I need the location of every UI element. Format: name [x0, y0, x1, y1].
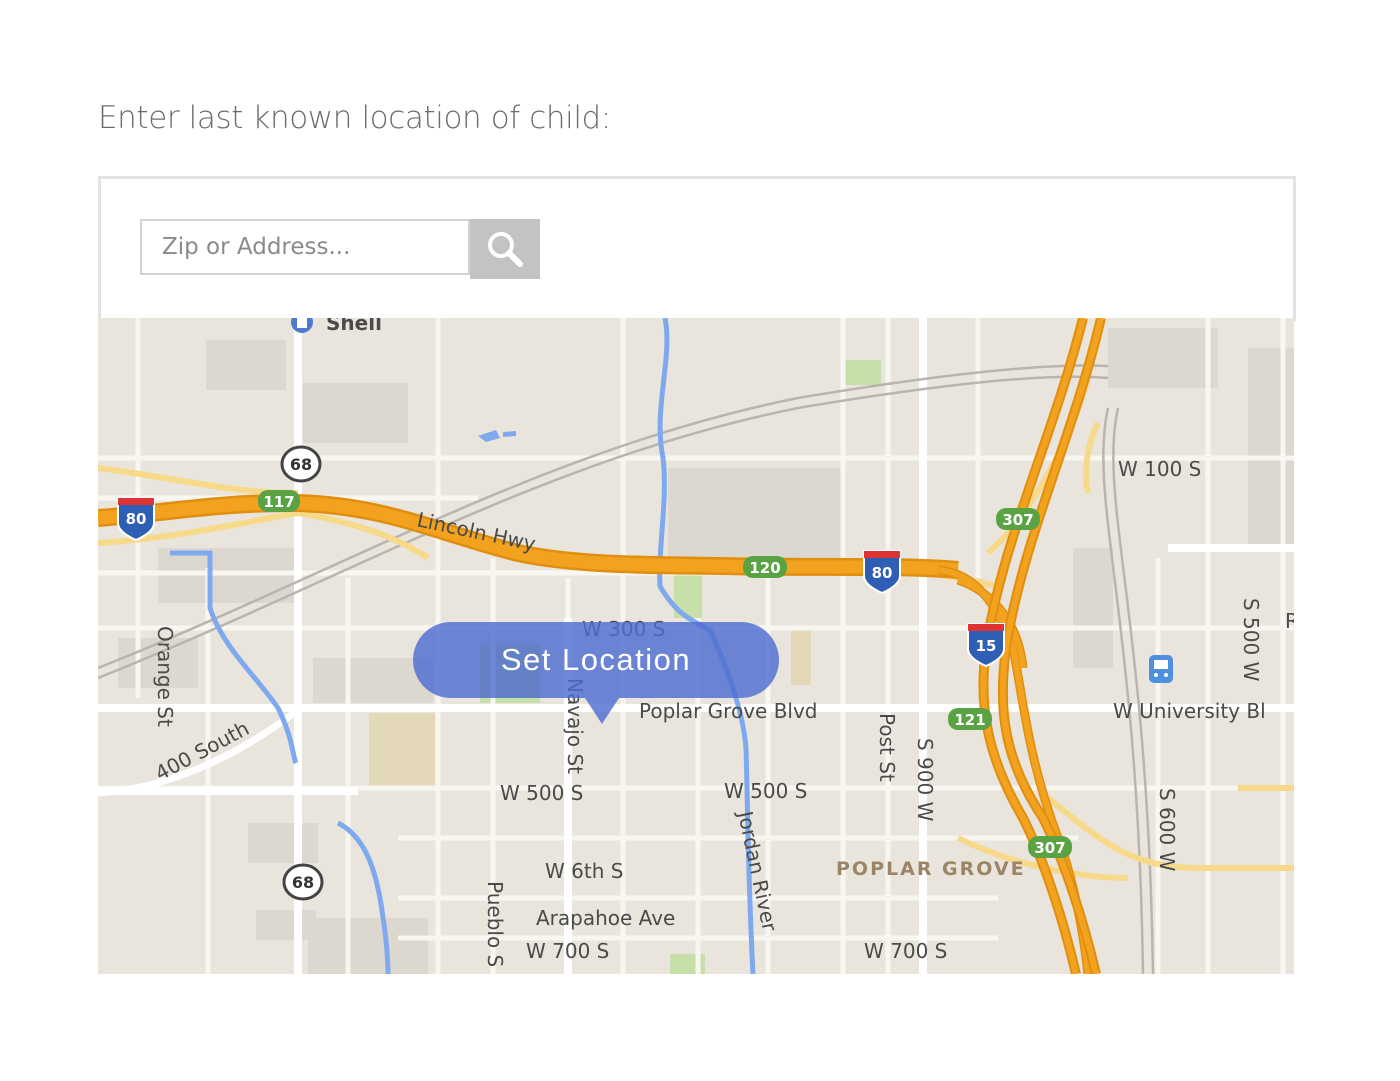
- exit-121-badge: 121: [948, 708, 992, 730]
- label-w-700-s-east: W 700 S: [864, 939, 947, 963]
- label-shell: Shell: [326, 318, 382, 335]
- label-w-6th-s: W 6th S: [545, 859, 623, 883]
- exit-307-badge-south: 307: [1028, 836, 1072, 858]
- shield-label: 80: [872, 564, 893, 582]
- shield-label: 307: [1034, 839, 1065, 857]
- label-s-500-w: S 500 W: [1239, 598, 1263, 682]
- location-pin-pointer: [585, 698, 619, 724]
- address-search-input[interactable]: [140, 219, 470, 275]
- label-s-900-w: S 900 W: [913, 738, 937, 822]
- exit-307-badge-north: 307: [996, 508, 1040, 530]
- route-68-shield-south: 68: [282, 863, 324, 901]
- set-location-button[interactable]: Set Location: [413, 622, 779, 698]
- interstate-15-shield: 15: [967, 623, 1005, 668]
- label-edge-r: R: [1285, 609, 1294, 633]
- search-button[interactable]: [470, 219, 540, 279]
- shield-label: 68: [292, 873, 314, 892]
- page-prompt: Enter last known location of child:: [98, 100, 611, 136]
- label-pueblo-st: Pueblo S: [483, 881, 507, 967]
- label-s-600-w: S 600 W: [1155, 788, 1179, 872]
- interstate-80-shield-east: 80: [863, 550, 901, 595]
- map-view[interactable]: 80 80 15 68 68 117 120 121 307 307 Shell…: [98, 318, 1294, 974]
- search-panel: [98, 176, 1296, 321]
- shield-label: 80: [126, 510, 147, 528]
- route-68-shield-north: 68: [280, 445, 322, 483]
- exit-120-badge: 120: [743, 556, 787, 578]
- interstate-80-shield-west: 80: [117, 497, 155, 542]
- search-icon: [488, 232, 523, 267]
- shield-label: 121: [954, 711, 985, 729]
- shield-label: 117: [263, 493, 294, 511]
- exit-117-badge: 117: [258, 490, 300, 512]
- shield-label: 68: [290, 455, 312, 474]
- shield-label: 120: [749, 559, 780, 577]
- shield-label: 15: [976, 637, 997, 655]
- label-poplar-grove-blvd: Poplar Grove Blvd: [639, 699, 818, 723]
- label-arapahoe-ave: Arapahoe Ave: [536, 906, 675, 930]
- label-poplar-grove-area: POPLAR GROVE: [836, 858, 1026, 880]
- transit-station-icon: [1149, 655, 1173, 683]
- label-w-500-s-west: W 500 S: [500, 781, 583, 805]
- label-w-700-s-west: W 700 S: [526, 939, 609, 963]
- label-orange-st: Orange St: [153, 626, 177, 727]
- shield-label: 307: [1002, 511, 1033, 529]
- label-w-100-s: W 100 S: [1118, 457, 1201, 481]
- label-w-500-s-east: W 500 S: [724, 779, 807, 803]
- label-post-st: Post St: [875, 713, 899, 782]
- label-w-university: W University Bl: [1113, 699, 1266, 723]
